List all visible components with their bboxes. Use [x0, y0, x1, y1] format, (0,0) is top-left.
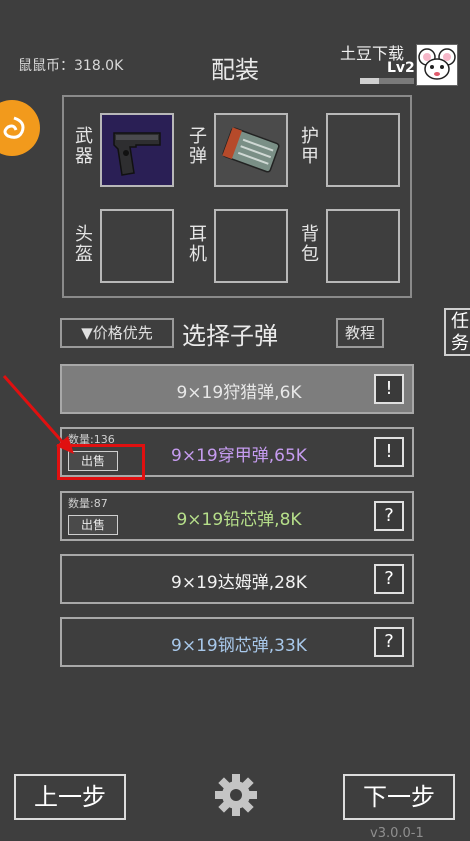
level-progress-fill [360, 78, 379, 84]
level-label: Lv2 [387, 60, 415, 76]
slot-label-helmet: 头盔 [75, 224, 93, 265]
armor-slot[interactable] [326, 113, 400, 187]
slot-label-ammo: 子弹 [189, 126, 207, 167]
settings-button[interactable] [213, 772, 259, 818]
gear-icon [215, 774, 257, 816]
ammo-row-dum[interactable]: 9×19达姆弹,28K ? [60, 554, 414, 604]
next-step-button[interactable]: 下一步 [343, 774, 455, 820]
tutorial-button[interactable]: 教程 [336, 318, 384, 348]
slot-label-weapon: 武器 [75, 126, 93, 167]
slot-label-armor: 护甲 [301, 126, 319, 167]
ammo-box-icon [222, 127, 280, 173]
weapon-slot[interactable] [100, 113, 174, 187]
slot-label-backpack: 背包 [301, 224, 319, 265]
version-label: v3.0.0-1 [370, 826, 424, 841]
ammo-row-steel[interactable]: 9×19钢芯弹,33K ? [60, 617, 414, 667]
slot-label-headset: 耳机 [189, 224, 207, 265]
prev-step-button[interactable]: 上一步 [14, 774, 126, 820]
level-progress-bar [360, 78, 414, 84]
swirl-icon [3, 116, 25, 139]
ammo-name: 9×19钢芯弹,33K [171, 636, 307, 656]
headset-slot[interactable] [214, 209, 288, 283]
backpack-slot[interactable] [326, 209, 400, 283]
ammo-row-lead[interactable]: 数量:87 出售 9×19铅芯弹,8K ? [60, 491, 414, 541]
equipment-panel: 武器 子弹 护甲 头盔 耳机 背包 [62, 95, 412, 298]
ammo-slot[interactable] [214, 113, 288, 187]
info-button[interactable]: ? [374, 501, 404, 531]
ammo-name: 9×19铅芯弹,8K [176, 510, 302, 530]
section-title: 选择子弹 [182, 322, 278, 350]
mouse-avatar-icon [418, 48, 456, 80]
info-button[interactable]: ? [374, 627, 404, 657]
highlight-box [57, 444, 145, 480]
info-button[interactable]: ! [374, 437, 404, 467]
helmet-slot[interactable] [100, 209, 174, 283]
task-button[interactable]: 任务 [444, 308, 470, 356]
avatar[interactable] [416, 44, 458, 86]
side-menu-icon[interactable] [0, 100, 40, 156]
sort-price-button[interactable]: ▼价格优先 [60, 318, 174, 348]
ammo-name: 9×19狩猎弹,6K [176, 383, 302, 403]
ammo-row-hunting[interactable]: 9×19狩猎弹,6K ! [60, 364, 414, 414]
ammo-name: 9×19达姆弹,28K [171, 573, 307, 593]
pistol-icon [113, 132, 161, 176]
info-button[interactable]: ? [374, 564, 404, 594]
info-button[interactable]: ! [374, 374, 404, 404]
